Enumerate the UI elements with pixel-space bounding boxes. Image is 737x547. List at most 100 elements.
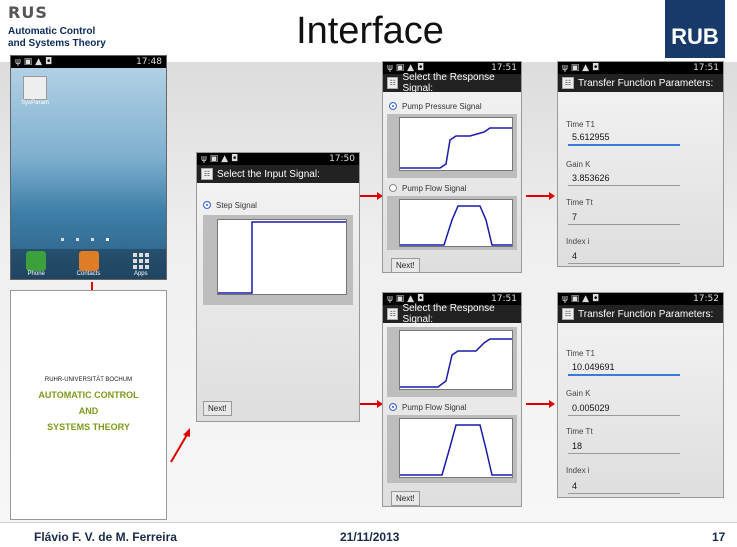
params-screen-top: ψ ▣ ▲ ◘ 17:51 ☷ Transfer Function Parame… [557, 61, 724, 267]
home-screen: ψ ▣ ▲ ◘ 17:48 SysParam Phone Contacts Ap… [10, 55, 167, 280]
time-t1-label: Time T1 [566, 120, 595, 129]
time-t1-underline [568, 144, 680, 146]
app-icon: ☷ [562, 308, 574, 320]
app-icon [23, 76, 47, 100]
splash-line3: SYSTEMS THEORY [47, 422, 130, 432]
params-screen-bottom: ψ ▣ ▲ ◘ 17:52 ☷ Transfer Function Parame… [557, 292, 724, 498]
time-tt-underline [568, 224, 680, 225]
gain-k-field[interactable]: 0.005029 [572, 403, 610, 413]
status-bar: ψ ▣ ▲ ◘ 17:50 [197, 153, 359, 165]
page-dot [91, 238, 94, 241]
contacts-label: Contacts [76, 271, 101, 277]
page-dot-active [106, 238, 109, 241]
status-icons: ψ ▣ ▲ ◘ [562, 294, 600, 304]
gain-k-label: Gain K [566, 160, 591, 169]
phone-label: Phone [27, 271, 45, 277]
gain-k-underline [568, 415, 680, 416]
pressure-plot [387, 114, 517, 178]
status-time: 17:51 [693, 63, 719, 73]
time-t1-label: Time T1 [566, 349, 595, 358]
radio-label: Step Signal [216, 200, 257, 210]
status-icons: ψ ▣ ▲ ◘ [562, 63, 600, 73]
time-tt-field[interactable]: 18 [572, 441, 582, 451]
index-i-underline [568, 493, 680, 494]
apps-grid-icon [131, 251, 151, 271]
plot-svg [400, 338, 512, 388]
next-button[interactable]: Next! [391, 258, 420, 273]
gain-k-label: Gain K [566, 389, 591, 398]
titlebar: ☷ Select the Input Signal: [197, 165, 359, 183]
apps-dock-item[interactable]: Apps [131, 251, 151, 277]
app-icon: ☷ [562, 77, 574, 89]
apps-label: Apps [133, 271, 148, 277]
arrow-right-icon [360, 400, 383, 408]
app-shortcut[interactable]: SysParam [19, 76, 51, 106]
response-screen-top: ψ ▣ ▲ ◘ 17:51 ☷ Select the Response Sign… [382, 61, 522, 273]
index-i-underline [568, 263, 680, 264]
page-indicator [61, 238, 121, 242]
titlebar: ☷ Transfer Function Parameters: [558, 305, 723, 323]
index-i-label: Index i [566, 237, 590, 246]
pump-flow-radio[interactable]: Pump Flow Signal [383, 180, 521, 196]
footer-author: Flávio F. V. de M. Ferreira [34, 530, 177, 544]
next-button[interactable]: Next! [391, 491, 420, 506]
plot-svg [400, 424, 512, 476]
app-icon: ☷ [387, 308, 399, 320]
flow-plot [387, 196, 517, 250]
radio-label: Pump Flow Signal [402, 402, 467, 412]
index-i-field[interactable]: 4 [572, 251, 577, 261]
plot-svg [400, 127, 512, 169]
status-bar: ψ ▣ ▲ ◘ 17:48 [11, 56, 166, 68]
flow-plot [387, 415, 517, 483]
response-screen-bottom: ψ ▣ ▲ ◘ 17:51 ☷ Select the Response Sign… [382, 292, 522, 507]
contacts-dock-item[interactable]: Contacts [76, 251, 101, 277]
arrow-right-icon [526, 192, 555, 200]
page-dot [61, 238, 64, 241]
rub-logo-text: RUB [671, 24, 719, 49]
footer-divider [0, 522, 737, 523]
index-i-field[interactable]: 4 [572, 481, 577, 491]
screen-title: Select the Input Signal: [217, 168, 320, 180]
time-t1-field[interactable]: 10.049691 [572, 362, 615, 372]
status-bar: ψ ▣ ▲ ◘ 17:51 [558, 62, 723, 74]
pump-flow-radio[interactable]: Pump Flow Signal [383, 399, 521, 415]
status-time: 17:50 [329, 154, 355, 164]
index-i-label: Index i [566, 466, 590, 475]
phone-dock-item[interactable]: Phone [26, 251, 47, 277]
arrow-right-icon [360, 192, 383, 200]
footer-date: 21/11/2013 [340, 530, 400, 544]
status-bar: ψ ▣ ▲ ◘ 17:52 [558, 293, 723, 305]
app-label: SysParam [21, 100, 49, 106]
time-t1-field[interactable]: 5.612955 [572, 132, 610, 142]
time-tt-label: Time Tt [566, 427, 593, 436]
time-tt-label: Time Tt [566, 198, 593, 207]
rub-logo: RUB [665, 0, 725, 58]
footer-page-number: 17 [712, 530, 726, 544]
status-time: 17:48 [136, 57, 162, 67]
arrow-diagonal-icon [170, 428, 190, 463]
screen-title: Select the Response Signal: [402, 303, 495, 325]
rus-subtitle-line2: and Systems Theory [8, 38, 106, 49]
titlebar: ☷ Transfer Function Parameters: [558, 74, 723, 92]
pump-pressure-radio[interactable]: Pump Pressure Signal [383, 98, 521, 114]
radio-selected-icon [389, 403, 397, 411]
plot-svg [218, 221, 346, 294]
rus-subtitle-line1: Automatic Control [8, 26, 96, 37]
screen-title: Transfer Function Parameters: [578, 308, 714, 320]
rus-logo: RUS [8, 3, 48, 22]
next-button[interactable]: Next! [203, 401, 232, 416]
splash-screen: RUHR-UNIVERSITÄT BOCHUM AUTOMATIC CONTRO… [10, 290, 167, 520]
radio-selected-icon [389, 102, 397, 110]
screen-title: Transfer Function Parameters: [578, 77, 714, 89]
screen-title: Select the Response Signal: [402, 72, 495, 94]
status-time: 17:52 [693, 294, 719, 304]
step-signal-radio[interactable]: Step Signal [197, 197, 359, 213]
app-icon: ☷ [201, 168, 213, 180]
page-dot [76, 238, 79, 241]
gain-k-field[interactable]: 3.853626 [572, 173, 610, 183]
radio-label: Pump Pressure Signal [402, 101, 482, 111]
splash-university: RUHR-UNIVERSITÄT BOCHUM [44, 377, 133, 383]
time-tt-field[interactable]: 7 [572, 212, 577, 222]
splash-line1: AUTOMATIC CONTROL [38, 390, 139, 400]
time-t1-underline [568, 374, 680, 376]
